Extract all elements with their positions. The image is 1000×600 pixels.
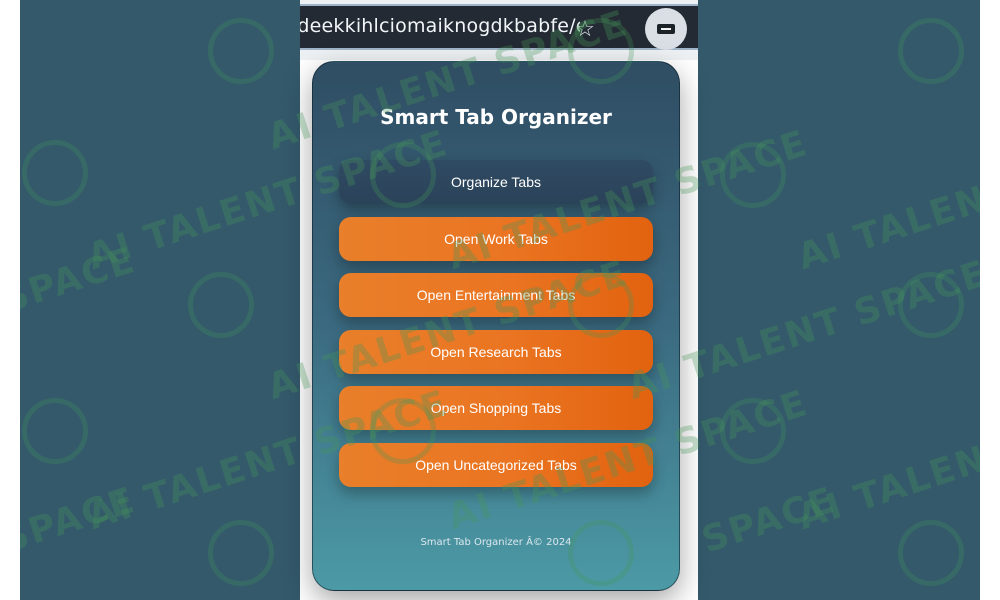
browser-toolbar: eldeekkihlciomaiknogdkbabfe/e... ☆: [300, 0, 698, 60]
watermark-text: AI TALENT SPACE: [792, 383, 980, 539]
watermark-logo-icon: [208, 520, 274, 586]
open-entertainment-tabs-button[interactable]: Open Entertainment Tabs: [339, 273, 653, 317]
watermark-logo-icon: [720, 142, 786, 208]
watermark-logo-icon: [188, 272, 254, 338]
open-shopping-tabs-button[interactable]: Open Shopping Tabs: [339, 386, 653, 430]
open-uncategorized-tabs-button[interactable]: Open Uncategorized Tabs: [339, 443, 653, 487]
watermark-logo-icon: [898, 272, 964, 338]
watermark-logo-icon: [208, 18, 274, 84]
watermark-logo-icon: [22, 398, 88, 464]
popup-footer: Smart Tab Organizer Â© 2024: [420, 537, 572, 548]
open-work-tabs-button[interactable]: Open Work Tabs: [339, 217, 653, 261]
watermark-logo-icon: [898, 18, 964, 84]
extension-icon[interactable]: [645, 8, 687, 50]
star-icon[interactable]: ☆: [573, 17, 597, 41]
watermark-logo-icon: [898, 520, 964, 586]
watermark-text: AI TALENT SPACE: [792, 123, 980, 279]
watermark-text: SPACE: [20, 239, 141, 322]
organize-tabs-button[interactable]: Organize Tabs: [339, 160, 653, 204]
watermark-logo-icon: [720, 398, 786, 464]
popup-title: Smart Tab Organizer: [380, 105, 612, 129]
watermark-text: SPACE: [697, 479, 841, 562]
address-bar-url[interactable]: eldeekkihlciomaiknogdkbabfe/e...: [300, 15, 580, 37]
address-bar[interactable]: eldeekkihlciomaiknogdkbabfe/e... ☆: [300, 6, 698, 48]
watermark-text: SPACE: [20, 479, 141, 562]
watermark-logo-icon: [22, 140, 88, 206]
extension-popup: Smart Tab Organizer Organize Tabs Open W…: [312, 61, 680, 591]
open-research-tabs-button[interactable]: Open Research Tabs: [339, 330, 653, 374]
extension-glyph-icon: [657, 24, 675, 34]
